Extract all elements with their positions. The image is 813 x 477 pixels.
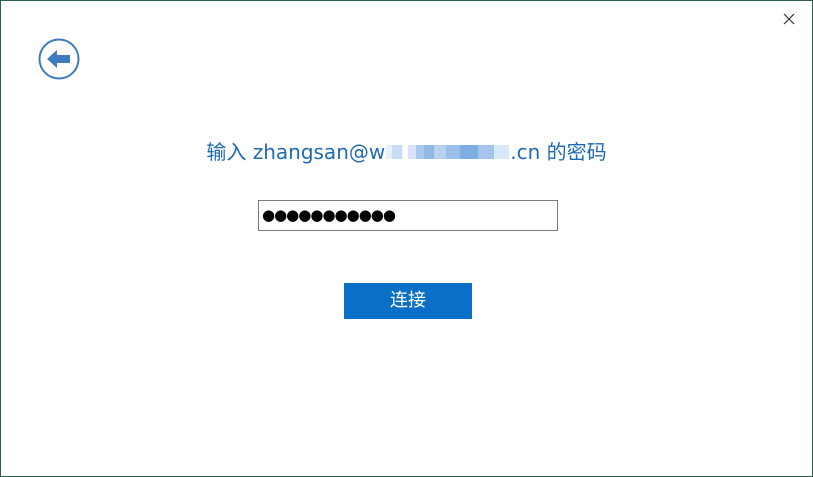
back-button[interactable] xyxy=(38,38,80,80)
redacted-domain xyxy=(386,144,510,159)
back-arrow-icon xyxy=(38,38,80,80)
close-icon xyxy=(783,13,795,25)
password-field[interactable]: ●●●●●●●●●●● xyxy=(258,200,558,231)
close-button[interactable] xyxy=(779,9,799,29)
dialog-title: 输入 zhangsan@w .cn 的密码 xyxy=(1,137,812,167)
sign-in-dialog: 输入 zhangsan@w .cn 的密码 ●●●●●●●●●●● 连接 xyxy=(0,0,813,477)
title-suffix: .cn 的密码 xyxy=(510,140,607,164)
connect-button[interactable]: 连接 xyxy=(344,283,472,319)
title-prefix: 输入 zhangsan@w xyxy=(206,140,386,164)
password-mask: ●●●●●●●●●●● xyxy=(262,206,396,224)
